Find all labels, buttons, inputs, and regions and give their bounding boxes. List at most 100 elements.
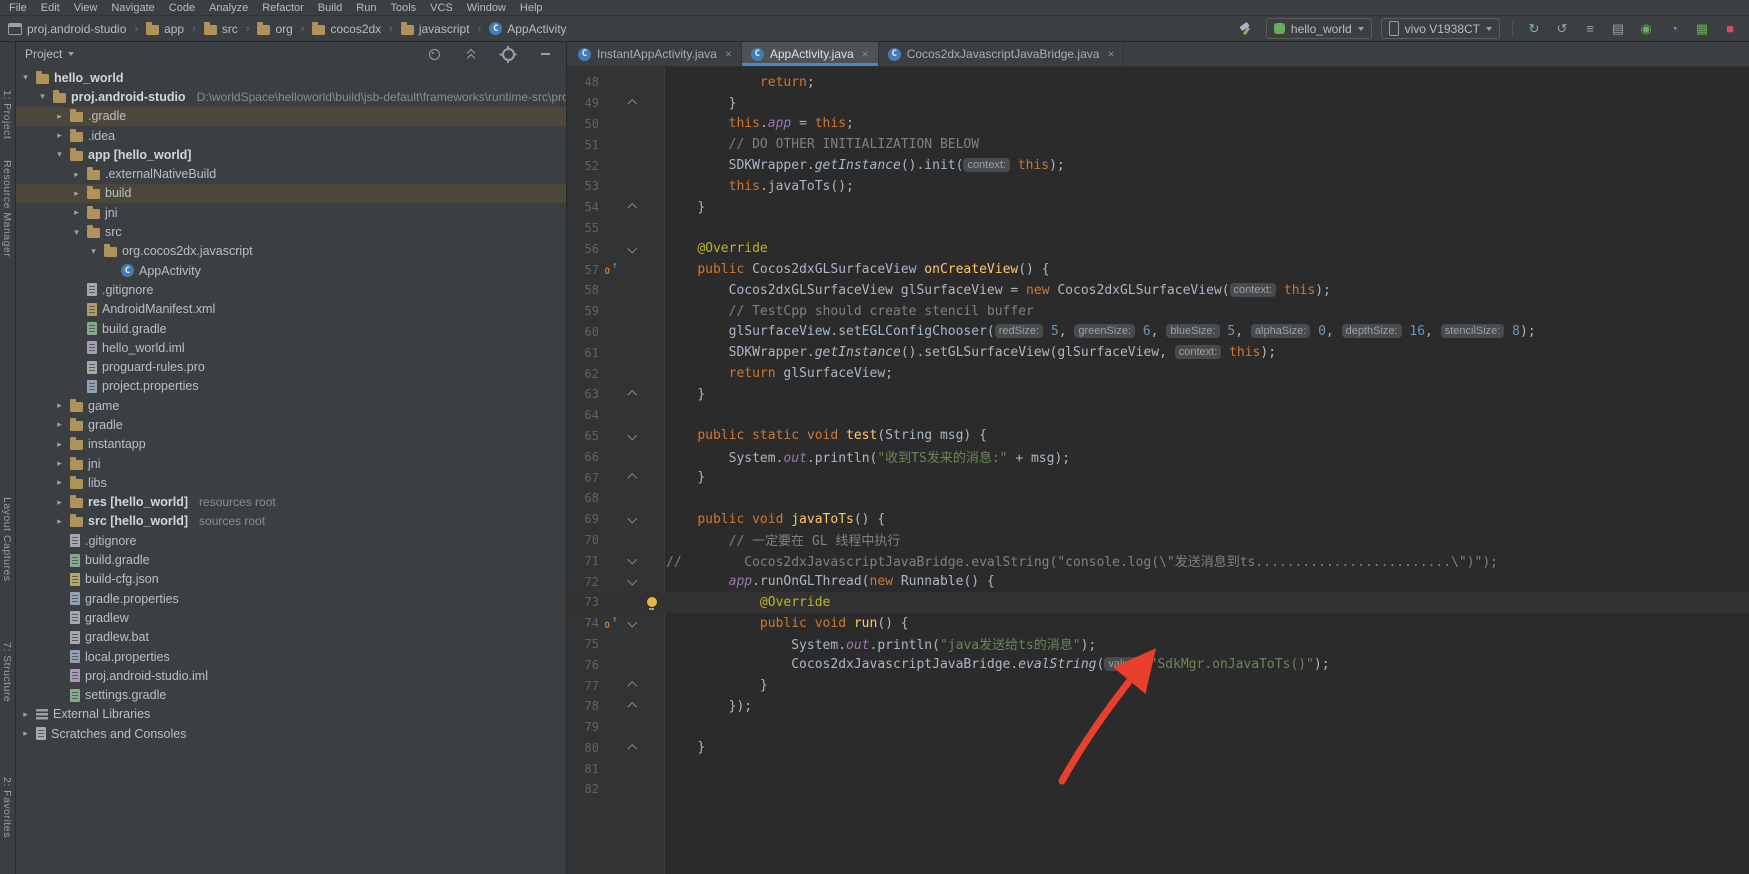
sync-gradle-icon[interactable]: ↺	[1553, 20, 1571, 38]
code-line[interactable]: 72 app.runOnGLThread(new Runnable() {	[567, 571, 1749, 592]
menu-item-file[interactable]: File	[2, 2, 34, 14]
code-line[interactable]: 77 }	[567, 675, 1749, 696]
fold-end-icon[interactable]	[623, 681, 641, 690]
code-line[interactable]: 76 Cocos2dxJavascriptJavaBridge.evalStri…	[567, 654, 1749, 675]
breadcrumb-item[interactable]: javascript	[399, 21, 472, 36]
project-panel-title[interactable]: Project	[25, 47, 62, 61]
expand-arrow-icon[interactable]: ▾	[88, 246, 99, 257]
tree-item[interactable]: ▸ build	[16, 183, 566, 204]
tab-close-icon[interactable]: ×	[1107, 47, 1114, 61]
code-line[interactable]: 54 }	[567, 197, 1749, 218]
expand-arrow-icon[interactable]: ▸	[54, 400, 65, 411]
expand-arrow-icon[interactable]: ▸	[54, 439, 65, 450]
breadcrumb-item[interactable]: cocos2dx	[310, 21, 383, 36]
expand-arrow-icon[interactable]: ▾	[54, 149, 65, 160]
tree-item[interactable]: gradle.properties	[16, 589, 566, 608]
breadcrumb-item[interactable]: C AppActivity	[487, 22, 568, 36]
tree-item[interactable]: .gitignore	[16, 531, 566, 550]
tab-close-icon[interactable]: ×	[725, 47, 732, 61]
expand-arrow-icon[interactable]: ▸	[20, 709, 31, 720]
editor-tab[interactable]: C InstantAppActivity.java ×	[569, 42, 742, 66]
code-line[interactable]: 51 // DO OTHER INITIALIZATION BELOW	[567, 134, 1749, 155]
tree-item[interactable]: gradlew.bat	[16, 628, 566, 647]
tree-item[interactable]: ▸ game	[16, 396, 566, 415]
code-line[interactable]: 74 public void run() {	[567, 613, 1749, 634]
tree-item[interactable]: project.properties	[16, 377, 566, 396]
stop-icon[interactable]: ■	[1721, 20, 1739, 38]
code-line[interactable]: 61 SDKWrapper.getInstance().setGLSurface…	[567, 342, 1749, 363]
tree-item[interactable]: settings.gradle	[16, 686, 566, 705]
code-line[interactable]: 79	[567, 717, 1749, 738]
locate-file-button[interactable]	[423, 43, 445, 65]
fold-end-icon[interactable]	[623, 99, 641, 108]
code-line[interactable]: 60 glSurfaceView.setEGLConfigChooser(red…	[567, 322, 1749, 343]
menu-item-run[interactable]: Run	[349, 2, 383, 14]
code-line[interactable]: 66 System.out.println("收到TS发来的消息:" + msg…	[567, 446, 1749, 467]
tree-item[interactable]: hello_world.iml	[16, 338, 566, 357]
expand-arrow-icon[interactable]: ▸	[54, 458, 65, 469]
code-line[interactable]: 55	[567, 218, 1749, 239]
tree-item[interactable]: .gitignore	[16, 280, 566, 299]
code-line[interactable]: 75 System.out.println("java发送给ts的消息");	[567, 634, 1749, 655]
run-config-selector[interactable]: hello_world	[1265, 18, 1372, 39]
menu-item-code[interactable]: Code	[162, 2, 202, 14]
menu-item-edit[interactable]: Edit	[34, 2, 67, 14]
tree-item[interactable]: ▾ src	[16, 222, 566, 241]
device-file-explorer-icon[interactable]: ▤	[1609, 20, 1627, 38]
menu-item-help[interactable]: Help	[513, 2, 550, 14]
code-line[interactable]: 64	[567, 405, 1749, 426]
code-line[interactable]: 59 // TestCpp should create stencil buff…	[567, 301, 1749, 322]
collapse-all-button[interactable]	[460, 43, 482, 65]
fold-end-icon[interactable]	[623, 744, 641, 753]
expand-arrow-icon[interactable]: ▸	[54, 516, 65, 527]
tree-item[interactable]: ▸ libs	[16, 473, 566, 492]
menu-item-build[interactable]: Build	[311, 2, 349, 14]
code-line[interactable]: 56 @Override	[567, 238, 1749, 259]
code-line[interactable]: 81	[567, 758, 1749, 779]
profiler-icon[interactable]: ◔	[1665, 20, 1683, 38]
code-line[interactable]: 48 return;	[567, 72, 1749, 93]
code-line[interactable]: 53 this.javaToTs();	[567, 176, 1749, 197]
code-line[interactable]: 68	[567, 488, 1749, 509]
layout-inspector-icon[interactable]: ▦	[1693, 20, 1711, 38]
expand-arrow-icon[interactable]: ▾	[20, 72, 31, 83]
tab-close-icon[interactable]: ×	[862, 47, 869, 61]
sync-project-icon[interactable]: ↻	[1525, 20, 1543, 38]
expand-arrow-icon[interactable]: ▸	[71, 169, 82, 180]
tool-stripe-item[interactable]: Layout Captures	[1, 497, 13, 582]
code-line[interactable]: 49 }	[567, 93, 1749, 114]
fold-start-icon[interactable]	[623, 517, 641, 522]
code-line[interactable]: 50 this.app = this;	[567, 114, 1749, 135]
tree-item[interactable]: AndroidManifest.xml	[16, 300, 566, 319]
code-line[interactable]: 58 Cocos2dxGLSurfaceView glSurfaceView =…	[567, 280, 1749, 301]
breadcrumb-item[interactable]: proj.android-studio	[6, 22, 128, 36]
menu-item-analyze[interactable]: Analyze	[202, 2, 255, 14]
breadcrumb-item[interactable]: app	[144, 21, 186, 36]
tool-stripe-item[interactable]: 1: Project	[1, 90, 13, 139]
tree-item[interactable]: ▸ .gradle	[16, 106, 566, 126]
expand-arrow-icon[interactable]: ▸	[54, 419, 65, 430]
code-line[interactable]: 52 SDKWrapper.getInstance().init(context…	[567, 155, 1749, 176]
code-line[interactable]: 70 // 一定要在 GL 线程中执行	[567, 530, 1749, 551]
menu-item-tools[interactable]: Tools	[383, 2, 423, 14]
fold-end-icon[interactable]	[623, 473, 641, 482]
fold-start-icon[interactable]	[623, 558, 641, 563]
breadcrumb-item[interactable]: org	[255, 21, 294, 36]
tree-item[interactable]: ▾ org.cocos2dx.javascript	[16, 242, 566, 261]
tree-item[interactable]: ▸ External Libraries	[16, 705, 566, 724]
tree-item[interactable]: C AppActivity	[16, 261, 566, 280]
code-line[interactable]: 69 public void javaToTs() {	[567, 509, 1749, 530]
menu-item-view[interactable]: View	[67, 2, 105, 14]
fold-end-icon[interactable]	[623, 702, 641, 711]
fold-start-icon[interactable]	[623, 247, 641, 252]
fold-start-icon[interactable]	[623, 621, 641, 626]
menu-item-vcs[interactable]: VCS	[423, 2, 460, 14]
tree-item[interactable]: ▸ src [hello_world] sources root	[16, 512, 566, 531]
expand-arrow-icon[interactable]: ▾	[37, 91, 48, 102]
tree-item[interactable]: build.gradle	[16, 319, 566, 338]
tree-item[interactable]: ▸ .idea	[16, 126, 566, 145]
tree-item[interactable]: ▸ jni	[16, 203, 566, 222]
menu-item-window[interactable]: Window	[460, 2, 513, 14]
tree-item[interactable]: ▾ app [hello_world]	[16, 145, 566, 164]
overriding-method-icon[interactable]	[599, 261, 623, 277]
